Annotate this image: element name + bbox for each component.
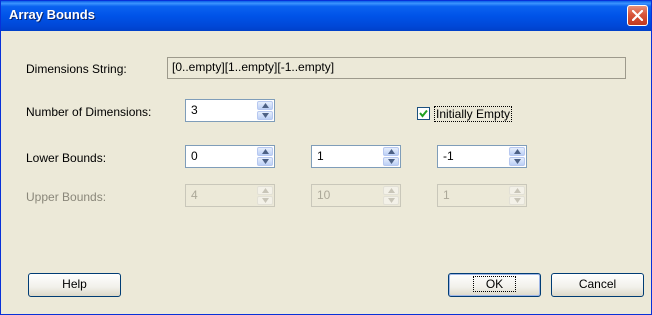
- dimensions-string-label: Dimensions String:: [26, 62, 127, 76]
- upper-bound-1-up-button: [257, 186, 273, 195]
- dimensions-string-field: [0..empty][1..empty][-1..empty]: [167, 57, 626, 79]
- lower-bound-value-1[interactable]: 0: [191, 149, 198, 163]
- cancel-button[interactable]: Cancel: [551, 273, 644, 297]
- arrow-down-icon: [388, 198, 395, 203]
- upper-bound-2-down-button: [383, 196, 399, 205]
- upper-bound-3-up-button: [509, 186, 525, 195]
- upper-bound-spinner-2: 10: [311, 184, 401, 207]
- number-of-dimensions-down-button[interactable]: [257, 111, 273, 120]
- upper-bounds-label: Upper Bounds:: [26, 190, 107, 204]
- dimensions-string-value: [0..empty][1..empty][-1..empty]: [172, 60, 335, 74]
- lower-bound-value-3[interactable]: -1: [443, 149, 454, 163]
- upper-bound-2-up-button: [383, 186, 399, 195]
- window-title: Array Bounds: [9, 7, 95, 22]
- arrow-up-icon: [388, 188, 395, 193]
- help-button-label: Help: [62, 277, 87, 291]
- ok-button[interactable]: OK: [448, 273, 541, 297]
- lower-bound-spinner-1[interactable]: 0: [185, 145, 275, 168]
- lower-bound-3-down-button[interactable]: [509, 157, 525, 166]
- upper-bound-3-down-button: [509, 196, 525, 205]
- upper-bound-1-down-button: [257, 196, 273, 205]
- arrow-down-icon: [262, 159, 269, 164]
- lower-bound-spinner-3[interactable]: -1: [437, 145, 527, 168]
- number-of-dimensions-spinner[interactable]: 3: [185, 99, 275, 122]
- lower-bounds-label: Lower Bounds:: [26, 151, 107, 165]
- arrow-up-icon: [262, 103, 269, 108]
- upper-bound-spinner-1: 4: [185, 184, 275, 207]
- upper-bound-value-3: 1: [443, 188, 450, 202]
- checkmark-icon: [419, 109, 428, 118]
- lower-bound-2-up-button[interactable]: [383, 147, 399, 156]
- help-button[interactable]: Help: [28, 273, 121, 297]
- arrow-down-icon: [388, 159, 395, 164]
- upper-bound-value-2: 10: [317, 188, 331, 202]
- cancel-button-label: Cancel: [578, 277, 617, 291]
- lower-bound-3-up-button[interactable]: [509, 147, 525, 156]
- close-icon: [632, 10, 643, 21]
- lower-bound-1-down-button[interactable]: [257, 157, 273, 166]
- lower-bound-value-2[interactable]: 1: [317, 149, 324, 163]
- upper-bound-value-1: 4: [191, 188, 198, 202]
- arrow-up-icon: [514, 188, 521, 193]
- close-button[interactable]: [627, 5, 648, 26]
- lower-bound-2-down-button[interactable]: [383, 157, 399, 166]
- arrow-up-icon: [514, 149, 521, 154]
- initially-empty-label[interactable]: Initially Empty: [434, 106, 513, 122]
- array-bounds-dialog: Array Bounds Dimensions String: [0..empt…: [0, 0, 652, 315]
- arrow-down-icon: [262, 113, 269, 118]
- arrow-down-icon: [262, 198, 269, 203]
- number-of-dimensions-value[interactable]: 3: [191, 103, 198, 117]
- arrow-down-icon: [514, 198, 521, 203]
- ok-button-label: OK: [472, 276, 517, 292]
- lower-bound-1-up-button[interactable]: [257, 147, 273, 156]
- arrow-up-icon: [388, 149, 395, 154]
- title-bar[interactable]: Array Bounds: [1, 1, 651, 31]
- initially-empty-checkbox[interactable]: [417, 107, 430, 120]
- upper-bound-spinner-3: 1: [437, 184, 527, 207]
- lower-bound-spinner-2[interactable]: 1: [311, 145, 401, 168]
- arrow-down-icon: [514, 159, 521, 164]
- arrow-up-icon: [262, 149, 269, 154]
- number-of-dimensions-label: Number of Dimensions:: [26, 105, 152, 119]
- number-of-dimensions-up-button[interactable]: [257, 101, 273, 110]
- arrow-up-icon: [262, 188, 269, 193]
